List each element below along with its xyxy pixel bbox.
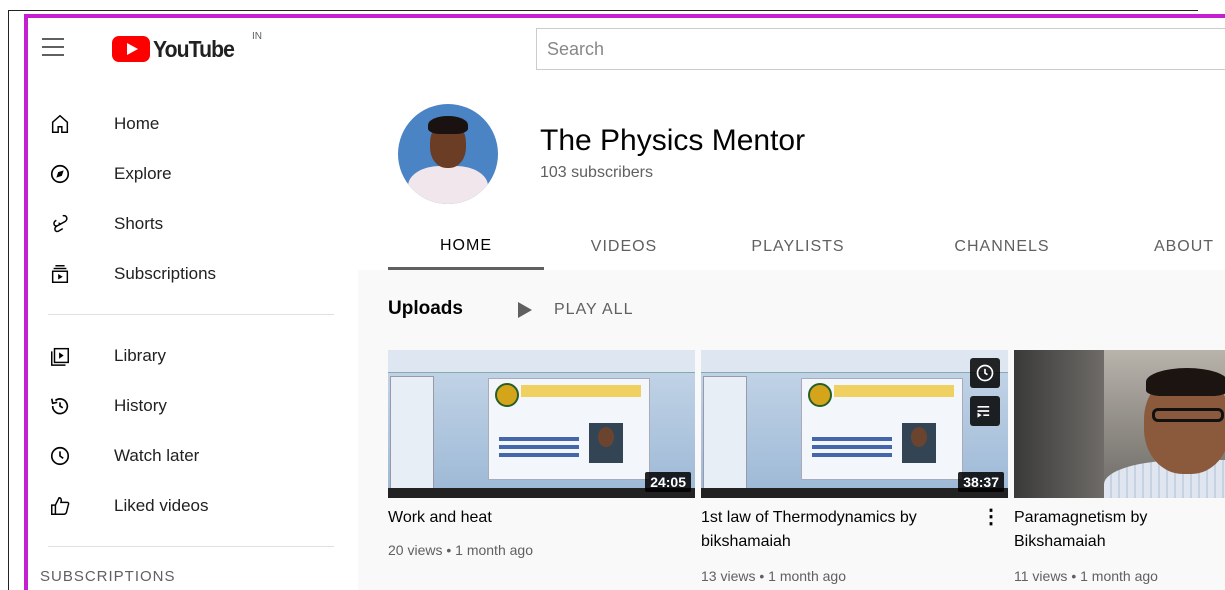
video-thumbnail[interactable]: 24:05: [388, 350, 695, 498]
sidebar-item-explore[interactable]: Explore: [28, 152, 348, 196]
sidebar-item-history[interactable]: History: [28, 384, 348, 428]
search-input[interactable]: Search: [536, 28, 1225, 70]
subscriber-count: 103 subscribers: [540, 164, 653, 181]
video-meta: 13 views • 1 month ago: [701, 568, 846, 584]
country-code: IN: [252, 31, 262, 42]
sidebar-item-shorts[interactable]: Shorts: [28, 202, 348, 246]
sidebar-item-liked-videos[interactable]: Liked videos: [28, 484, 348, 528]
outer-border-top: [8, 10, 1198, 11]
masthead: YouTube IN Search: [28, 18, 1225, 84]
logo-text: YouTube: [153, 35, 235, 62]
tab-playlists[interactable]: PLAYLISTS: [728, 224, 868, 270]
section-title: Uploads: [388, 298, 463, 319]
shorts-icon: [48, 212, 72, 236]
channel-tabs: HOME VIDEOS PLAYLISTS CHANNELS ABOUT: [388, 224, 1225, 270]
home-icon: [48, 112, 72, 136]
sidebar-item-label: Watch later: [114, 446, 200, 465]
sidebar-item-label: Shorts: [114, 214, 164, 233]
sidebar-divider: [48, 546, 334, 547]
video-meta: 11 views • 1 month ago: [1014, 568, 1158, 584]
sidebar-item-library[interactable]: Library: [28, 334, 348, 378]
watch-later-icon[interactable]: [970, 358, 1000, 388]
clock-icon: [48, 444, 72, 468]
sidebar-item-watch-later[interactable]: Watch later: [28, 434, 348, 478]
main-content: The Physics Mentor 103 subscribers HOME …: [358, 84, 1225, 590]
channel-avatar[interactable]: [398, 104, 498, 204]
sidebar-section-heading: SUBSCRIPTIONS: [40, 568, 176, 585]
search-placeholder: Search: [547, 38, 605, 59]
tab-home[interactable]: HOME: [388, 224, 544, 270]
more-actions-icon[interactable]: ⋮: [981, 506, 1001, 530]
sidebar-item-label: Library: [114, 346, 166, 365]
video-meta: 20 views • 1 month ago: [388, 542, 533, 558]
history-icon: [48, 394, 72, 418]
sidebar-item-label: Explore: [114, 164, 172, 183]
subscriptions-icon: [48, 262, 72, 286]
channel-name: The Physics Mentor: [540, 124, 806, 157]
video-thumbnail[interactable]: [1014, 350, 1225, 498]
outer-border-left: [8, 10, 9, 590]
video-duration: 24:05: [645, 472, 691, 492]
sidebar: Home Explore Shorts Subscriptions Librar…: [28, 84, 358, 590]
play-all-button[interactable]: PLAY ALL: [518, 296, 633, 324]
tab-channels[interactable]: CHANNELS: [932, 224, 1072, 270]
app-window: YouTube IN Search Home Explore Shorts Su…: [24, 14, 1225, 590]
sidebar-item-subscriptions[interactable]: Subscriptions: [28, 252, 348, 296]
add-to-queue-icon[interactable]: [970, 396, 1000, 426]
thumbs-up-icon: [48, 494, 72, 518]
sidebar-divider: [48, 314, 334, 315]
video-thumbnail[interactable]: 38:37: [701, 350, 1008, 498]
video-title[interactable]: Work and heat: [388, 506, 648, 530]
play-all-label: PLAY ALL: [554, 301, 634, 318]
menu-icon[interactable]: [42, 38, 66, 58]
video-duration: 38:37: [958, 472, 1004, 492]
sidebar-item-home[interactable]: Home: [28, 102, 348, 146]
play-icon: [518, 302, 532, 318]
channel-header: The Physics Mentor 103 subscribers HOME …: [358, 84, 1225, 270]
sidebar-item-label: Liked videos: [114, 496, 209, 515]
video-title[interactable]: 1st law of Thermodynamics by bikshamaiah: [701, 506, 961, 554]
tab-about[interactable]: ABOUT: [1124, 224, 1225, 270]
sidebar-item-label: History: [114, 396, 167, 415]
youtube-logo[interactable]: YouTube IN: [112, 31, 262, 63]
video-title[interactable]: Paramagnetism by Bikshamaiah: [1014, 506, 1214, 554]
sidebar-item-label: Home: [114, 114, 160, 133]
compass-icon: [48, 162, 72, 186]
youtube-play-icon: [112, 36, 150, 62]
tab-videos[interactable]: VIDEOS: [564, 224, 684, 270]
sidebar-item-label: Subscriptions: [114, 264, 217, 283]
library-icon: [48, 344, 72, 368]
